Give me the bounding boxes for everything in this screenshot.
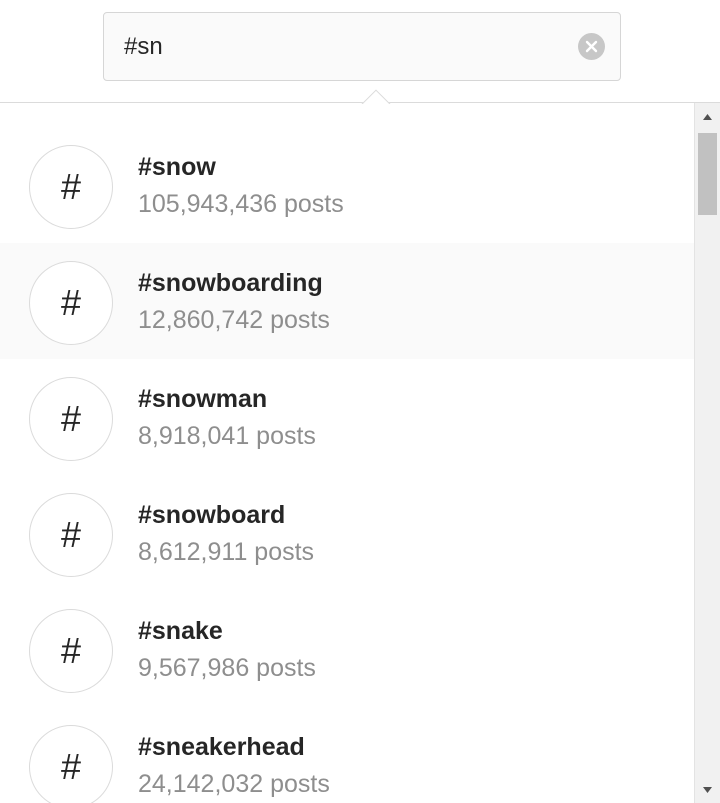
list-item[interactable]: # #snow 105,943,436 posts	[0, 127, 694, 243]
post-count: 24,142,032 posts	[138, 770, 330, 798]
hashtag-icon: #	[29, 145, 113, 229]
hashtag-icon: #	[29, 609, 113, 693]
hashtag-name: #snake	[138, 617, 223, 645]
scroll-down-button[interactable]	[695, 780, 720, 800]
list-item[interactable]: # #sneakerhead 24,142,032 posts	[0, 707, 694, 803]
clear-search-button[interactable]	[578, 33, 605, 60]
arrow-down-icon	[703, 787, 712, 793]
list-item[interactable]: # #snowboarding 12,860,742 posts	[0, 243, 694, 359]
hashtag-name: #snowman	[138, 385, 268, 413]
scrollbar[interactable]	[694, 103, 720, 803]
arrow-up-icon	[703, 114, 712, 120]
hashtag-name: #sneakerhead	[138, 733, 305, 761]
search-box	[103, 12, 621, 81]
dropdown-caret	[360, 88, 392, 104]
hashtag-name: #snow	[138, 153, 216, 181]
list-item[interactable]: # #snowman 8,918,041 posts	[0, 359, 694, 475]
hashtag-icon: #	[29, 261, 113, 345]
post-count: 9,567,986 posts	[138, 654, 316, 682]
post-count: 12,860,742 posts	[138, 306, 330, 334]
page: # #snow 105,943,436 posts # #snowboardin…	[0, 0, 720, 803]
post-count: 8,612,911 posts	[138, 538, 315, 566]
hashtag-name: #snowboarding	[138, 269, 323, 297]
search-input[interactable]	[124, 13, 564, 80]
post-count: 8,918,041 posts	[138, 422, 316, 450]
hashtag-icon: #	[29, 493, 113, 577]
hashtag-icon: #	[29, 377, 113, 461]
close-icon	[585, 40, 598, 53]
search-results-dropdown: # #snow 105,943,436 posts # #snowboardin…	[0, 102, 720, 803]
hashtag-icon: #	[29, 725, 113, 803]
list-item[interactable]: # #snowboard 8,612,911 posts	[0, 475, 694, 591]
results-list: # #snow 105,943,436 posts # #snowboardin…	[0, 127, 694, 803]
scroll-up-button[interactable]	[695, 107, 720, 127]
hashtag-name: #snowboard	[138, 501, 286, 529]
list-item[interactable]: # #snake 9,567,986 posts	[0, 591, 694, 707]
post-count: 105,943,436 posts	[138, 190, 344, 218]
scroll-thumb[interactable]	[698, 133, 717, 215]
